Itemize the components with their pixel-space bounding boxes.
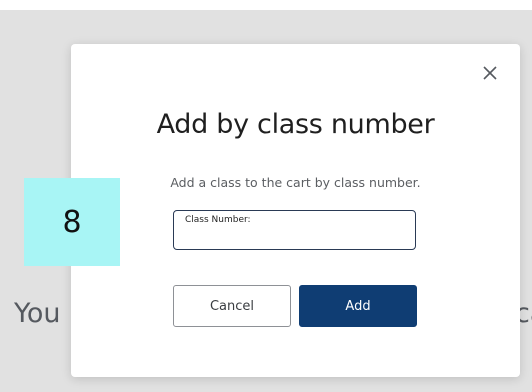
modal-description: Add a class to the cart by class number. <box>170 175 421 190</box>
add-button[interactable]: Add <box>299 285 417 327</box>
class-number-input[interactable] <box>184 229 404 245</box>
close-button[interactable] <box>479 62 501 84</box>
background-text-left: You <box>14 298 61 329</box>
class-number-label: Class Number: <box>185 215 251 225</box>
step-number-badge: 8 <box>24 178 120 266</box>
top-strip <box>0 0 532 10</box>
close-icon <box>483 66 497 80</box>
add-class-modal: Add by class number Add a class to the c… <box>71 44 520 377</box>
modal-title: Add by class number <box>156 109 435 140</box>
cancel-button[interactable]: Cancel <box>173 285 291 327</box>
class-number-field[interactable]: Class Number: <box>173 210 416 250</box>
